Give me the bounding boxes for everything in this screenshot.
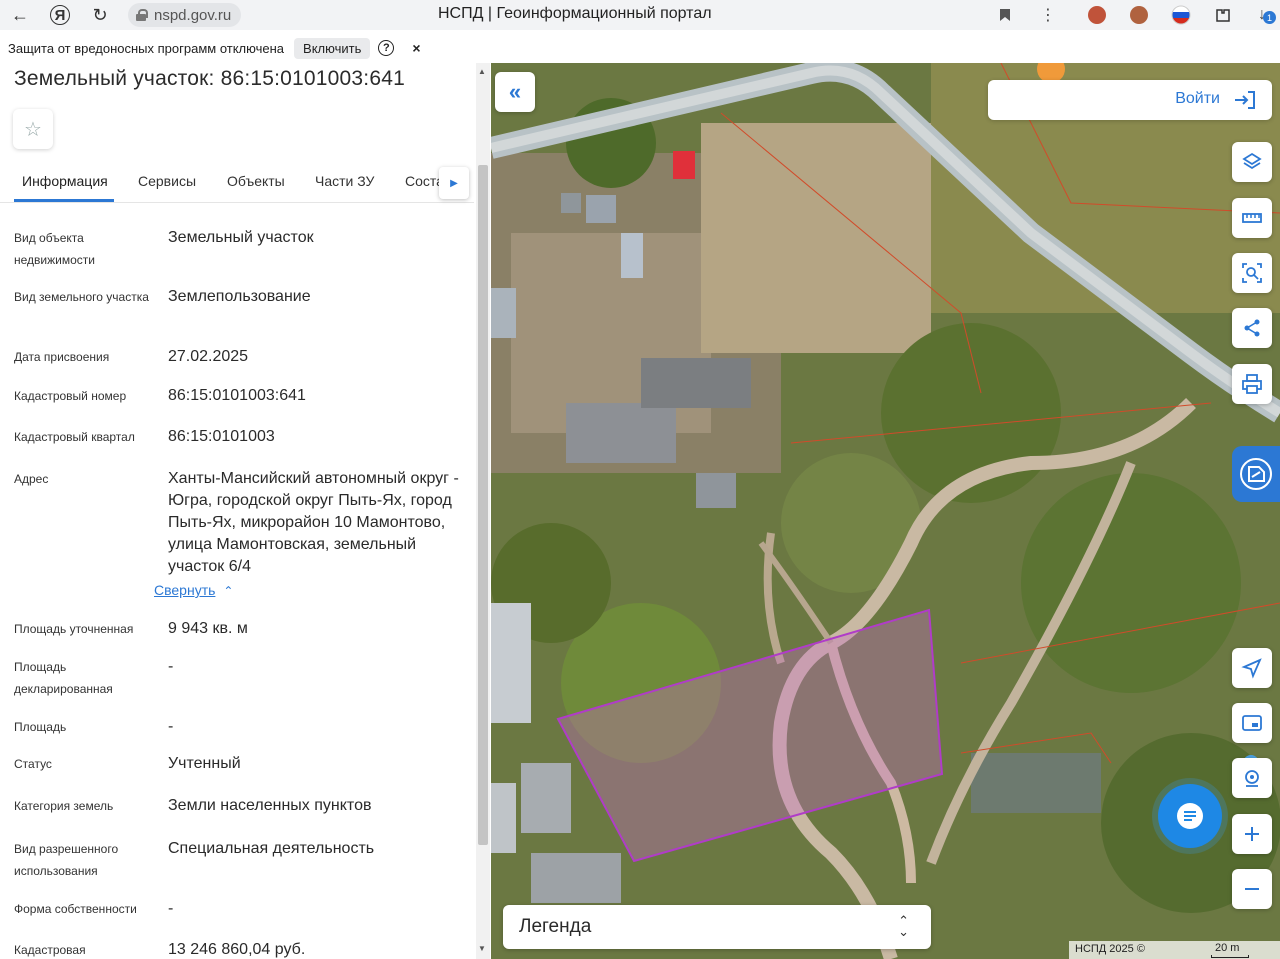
legend-panel[interactable]: Легенда ⌃ ⌄ (503, 905, 931, 949)
share-icon (1244, 319, 1260, 337)
print-button[interactable] (1232, 364, 1272, 404)
field-label: Вид объекта недвижимости (14, 231, 95, 267)
tab-parts[interactable]: Части ЗУ (315, 173, 374, 189)
extension-icon[interactable] (1202, 1, 1244, 29)
active-tab-indicator (14, 199, 114, 202)
address-bar[interactable]: nspd.gov.ru (128, 3, 242, 27)
field-value: 13 246 860,04 руб. (168, 941, 306, 958)
field-value: - (168, 718, 174, 735)
field-value: Учтенный (168, 755, 241, 772)
panel-scrollbar-thumb[interactable] (478, 165, 488, 845)
address-value: Ханты-Мансийский автономный округ - Югра… (168, 470, 459, 575)
field-value: - (168, 658, 174, 675)
scroll-down-icon[interactable]: ▼ (478, 944, 486, 953)
chevron-right-icon[interactable]: ▶ (439, 167, 469, 199)
legend-title: Легенда (519, 916, 592, 937)
zoom-in-button[interactable] (1232, 814, 1272, 854)
field-label: Вид земельного участка (14, 290, 149, 304)
document-icon[interactable] (1232, 446, 1280, 502)
reload-icon[interactable]: ↻ (86, 1, 114, 29)
field-value: Землепользование (168, 288, 311, 305)
expand-icon[interactable]: ⌃ ⌄ (898, 914, 909, 938)
location-icon (1245, 770, 1259, 787)
location-button[interactable] (1232, 758, 1272, 798)
area-search-icon (1242, 263, 1262, 283)
field-label: Кадастровый номер (14, 389, 127, 403)
scale-label: 20 m (1215, 942, 1240, 954)
url-text: nspd.gov.ru (154, 6, 232, 24)
download-badge: 1 (1263, 11, 1276, 24)
layers-icon (1242, 152, 1262, 170)
field-value: 27.02.2025 (168, 348, 249, 365)
field-value: Земельный участок (168, 229, 314, 246)
field-label: Кадастровый квартал (14, 430, 135, 444)
minimap-button[interactable] (1232, 703, 1272, 743)
scale-bar (1211, 955, 1249, 958)
browser-page-title: НСПД | Геоинформационный портал (438, 5, 712, 22)
extension-icon[interactable] (1076, 1, 1118, 29)
arrow-left-icon[interactable]: ← (6, 1, 34, 29)
help-icon[interactable]: ? (378, 40, 395, 56)
notice-text: Защита от вредоносных программ отключена (8, 40, 285, 56)
collapse-label: Свернуть (154, 582, 216, 598)
ruler-icon (1242, 213, 1262, 223)
tab-services[interactable]: Сервисы (138, 173, 196, 189)
panel-title: Земельный участок: 86:15:0101003:641 (14, 67, 405, 90)
download-icon[interactable]: ↓ 1 (1244, 1, 1280, 29)
field-label: Площадь уточненная (14, 622, 134, 636)
yandex-icon[interactable]: Я (50, 5, 70, 25)
browser-toolbar: ← Я ↻ nspd.gov.ru НСПД | Геоинформационн… (0, 0, 1280, 30)
object-info-panel: Земельный участок: 86:15:0101003:641 ☆ И… (0, 63, 490, 959)
login-label: Войти (1175, 90, 1220, 107)
bookmark-icon[interactable] (990, 1, 1020, 29)
protection-notice: Защита от вредоносных программ отключена… (0, 33, 1280, 63)
chat-button[interactable] (1158, 784, 1222, 848)
navigation-button[interactable] (1232, 648, 1272, 688)
scroll-up-icon[interactable]: ▲ (478, 67, 486, 76)
double-chevron-left-icon[interactable]: « (495, 72, 535, 112)
print-icon (1242, 374, 1262, 394)
layers-button[interactable] (1232, 142, 1272, 182)
field-label: Площадь (14, 720, 67, 734)
ruler-button[interactable] (1232, 198, 1272, 238)
map-attribution: НСПД 2025 © 20 m (1069, 941, 1280, 959)
login-button[interactable]: Войти (988, 80, 1272, 120)
field-value: 86:15:0101003 (168, 428, 275, 445)
zoom-in-icon (1245, 827, 1259, 841)
field-label: Адрес (14, 472, 49, 486)
tab-objects[interactable]: Объекты (227, 173, 285, 189)
zoom-out-button[interactable] (1232, 869, 1272, 909)
collapse-link[interactable]: Свернуть ⌃ (154, 582, 233, 598)
chat-icon (1177, 803, 1203, 829)
zoom-out-icon (1245, 888, 1259, 890)
chevron-up-icon: ⌃ (223, 584, 234, 598)
flag-icon[interactable] (1160, 1, 1202, 29)
field-value: 86:15:0101003:641 (168, 387, 306, 404)
panel-tabs: Информация Сервисы Объекты Части ЗУ Сост… (0, 163, 474, 203)
extension-icon[interactable] (1118, 1, 1160, 29)
menu-dots-icon[interactable]: ⋮ (1020, 1, 1076, 29)
tab-info[interactable]: Информация (22, 173, 108, 189)
area-search-button[interactable] (1232, 253, 1272, 293)
field-label: Форма собственности (14, 902, 137, 916)
navigation-icon (1241, 658, 1262, 679)
login-icon (1235, 91, 1255, 109)
star-icon[interactable]: ☆ (13, 109, 53, 149)
copyright-text: НСПД 2025 © (1075, 943, 1145, 955)
lock-icon (136, 9, 148, 21)
field-value: - (168, 900, 174, 917)
field-value: Земли населенных пунктов (168, 797, 372, 814)
field-label: Кадастровая (14, 943, 86, 957)
field-value: Специальная деятельность (168, 840, 375, 857)
field-label: Вид разрешенного использования (14, 842, 119, 878)
field-label: Статус (14, 757, 52, 771)
field-label: Площадь декларированная (14, 660, 113, 696)
enable-protection-button[interactable]: Включить (294, 37, 371, 59)
field-label: Категория земель (14, 799, 114, 813)
field-value: 9 943 кв. м (168, 620, 248, 637)
field-label: Дата присвоения (14, 350, 110, 364)
minimap-icon (1242, 715, 1262, 731)
close-notice-icon[interactable]: × (412, 40, 420, 56)
share-button[interactable] (1232, 308, 1272, 348)
